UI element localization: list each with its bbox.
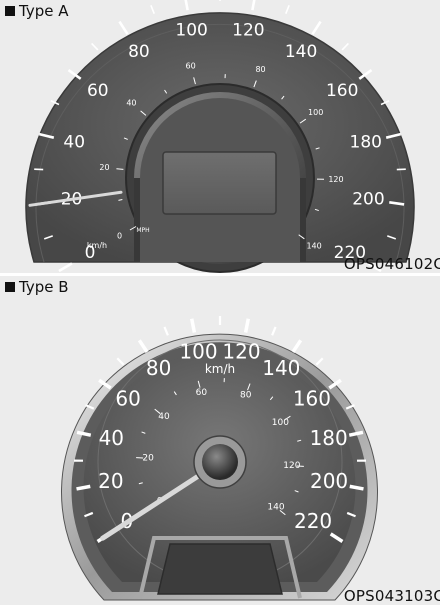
- mph-scale-label: 140: [306, 241, 321, 250]
- major-tick: [291, 339, 303, 353]
- minor-tick: [150, 5, 155, 14]
- minor-tick: [285, 5, 290, 14]
- kmh-scale-label: 60: [87, 81, 109, 101]
- mph-scale-label: 80: [255, 65, 265, 74]
- mph-scale-label: 120: [328, 175, 343, 184]
- type-a-code: OPS046102C: [343, 255, 440, 273]
- kmh-scale-label: 140: [285, 42, 317, 62]
- mph-scale-label: 120: [283, 461, 300, 471]
- mph-scale-label: 100: [308, 108, 323, 117]
- lcd-display: [162, 151, 277, 215]
- major-tick: [184, 0, 189, 11]
- kmh-scale-label: 80: [146, 356, 171, 380]
- speedometer-type-a: 0204060801001201401601802002200204060801…: [25, 0, 415, 273]
- type-a-label-text: Type A: [19, 2, 69, 20]
- mph-scale-label: 140: [267, 503, 284, 513]
- mph-scale-label: 60: [186, 61, 196, 70]
- square-bullet-icon: [5, 6, 15, 16]
- kmh-scale-label: 140: [262, 356, 300, 380]
- minor-tick: [116, 357, 125, 366]
- kmh-scale-label: 40: [63, 133, 85, 153]
- kmh-scale-label: 120: [222, 340, 260, 364]
- major-tick: [251, 0, 256, 11]
- mph-scale-label: 80: [240, 390, 252, 400]
- type-a-label: Type A: [5, 2, 68, 20]
- kmh-scale-label: 120: [232, 21, 264, 41]
- square-bullet-icon: [5, 282, 15, 292]
- mph-scale-label: 100: [272, 418, 289, 428]
- kmh-scale-label: 180: [310, 426, 348, 450]
- mph-scale-label: 20: [99, 163, 109, 172]
- kmh-scale-label: 20: [98, 469, 123, 493]
- minor-tick: [315, 357, 324, 366]
- kmh-scale-label: 200: [352, 189, 384, 209]
- kmh-scale-label: 160: [293, 386, 331, 410]
- major-tick: [243, 318, 251, 333]
- kmh-scale-label: 200: [310, 469, 348, 493]
- mph-scale-label: 60: [196, 388, 208, 398]
- type-b-panel: Type B 02040608010012014: [0, 276, 440, 605]
- mph-scale-label: 40: [126, 99, 136, 108]
- kmh-unit-label: km/h: [87, 241, 107, 250]
- type-b-label: Type B: [5, 278, 69, 296]
- major-tick: [137, 339, 149, 353]
- type-a-panel: Type A 0 20 40 60 80 100 120 140 160: [0, 0, 440, 273]
- kmh-scale-label: 160: [326, 81, 358, 101]
- type-b-code: OPS043103C: [343, 587, 440, 605]
- kmh-scale-label: 220: [294, 509, 332, 533]
- type-b-label-text: Type B: [19, 278, 69, 296]
- minor-tick: [271, 326, 277, 336]
- mph-scale-label: 0: [117, 232, 122, 241]
- mph-tick: [116, 168, 124, 170]
- minor-tick: [163, 326, 169, 336]
- kmh-scale-label: 80: [128, 42, 150, 62]
- mph-unit-label: MPH: [136, 227, 149, 234]
- mph-scale-label: 40: [158, 412, 170, 422]
- major-tick: [311, 20, 322, 35]
- kmh-scale-label: 180: [350, 133, 382, 153]
- needle-hub: [202, 444, 238, 480]
- speedometer-type-b: 0204060801001201401601802002200204060801…: [61, 316, 378, 601]
- lower-display-window: [157, 543, 283, 595]
- kmh-unit-label: km/h: [205, 362, 235, 376]
- kmh-scale-label: 100: [175, 21, 207, 41]
- major-tick: [58, 262, 73, 273]
- major-tick: [189, 318, 197, 333]
- kmh-scale-label: 100: [179, 340, 217, 364]
- major-tick: [118, 20, 129, 35]
- minor-tick: [341, 42, 349, 51]
- minor-tick: [91, 42, 99, 51]
- kmh-scale-label: 40: [99, 426, 124, 450]
- kmh-scale-label: 60: [115, 386, 140, 410]
- mph-scale-label: 20: [142, 454, 154, 464]
